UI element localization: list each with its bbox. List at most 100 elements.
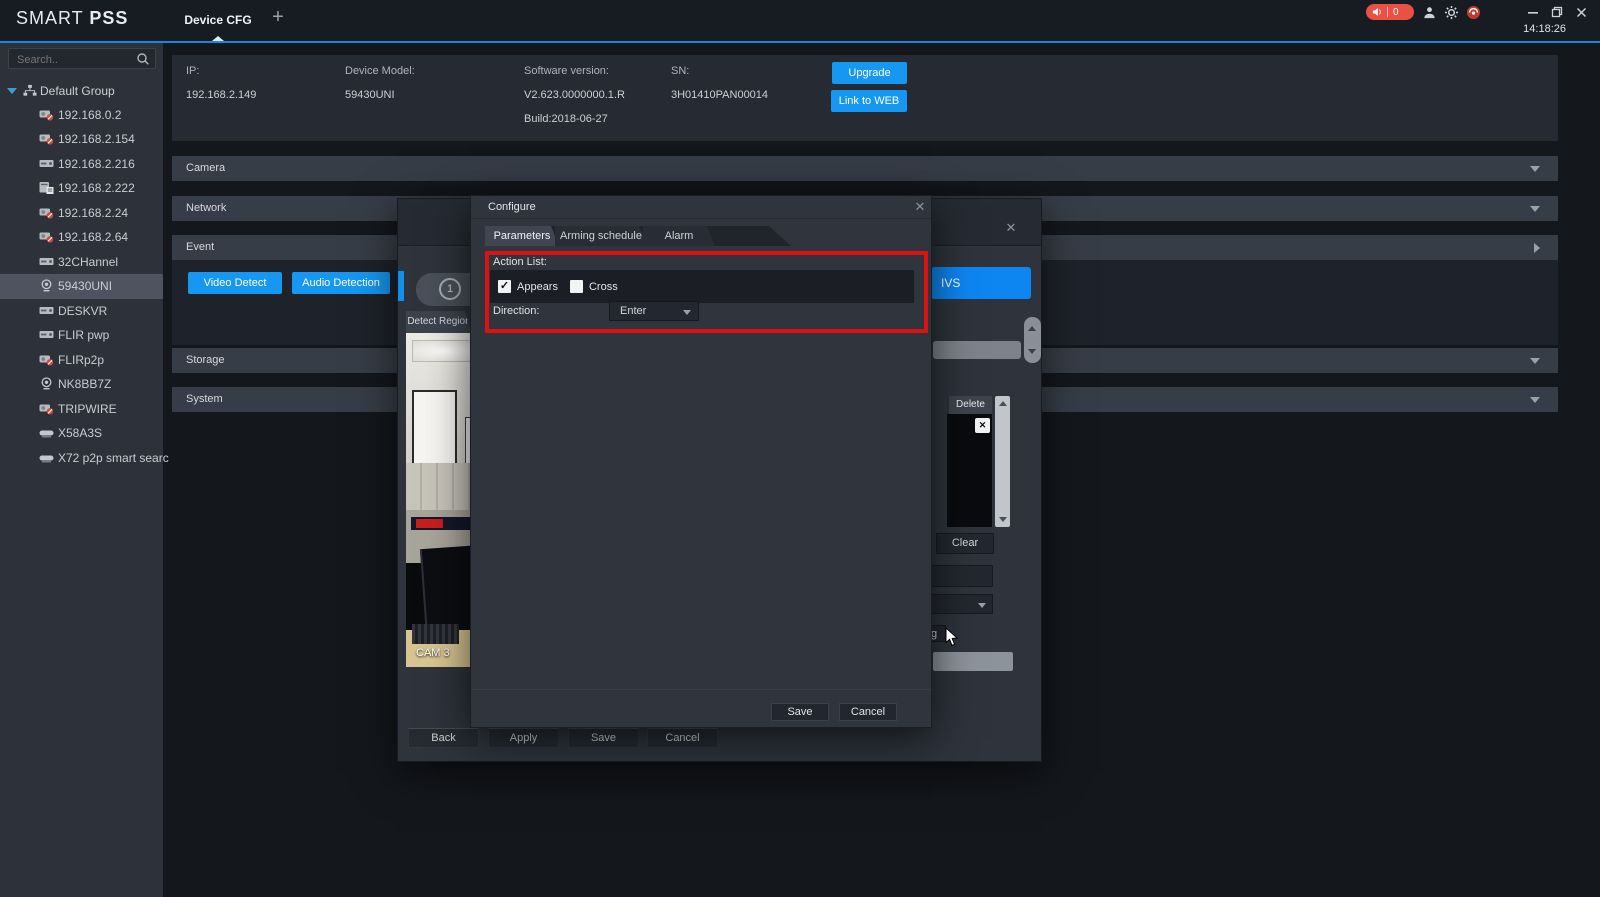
tree-item-x58a3s[interactable]: X58A3S: [0, 421, 163, 446]
bottom-slider-bar[interactable]: [933, 652, 1013, 671]
new-tab-button[interactable]: +: [268, 6, 288, 29]
configure-save-button[interactable]: Save: [771, 703, 829, 721]
model-value: 59430UNI: [345, 89, 395, 101]
tree-item-192-168-2-64[interactable]: 192.168.2.64: [0, 225, 163, 250]
delete-rule-icon[interactable]: ✕: [975, 418, 990, 433]
rule-list-delete-header: Delete: [947, 396, 992, 414]
device-info-panel: IP: 192.168.2.149 Device Model: 59430UNI…: [172, 55, 1558, 141]
ivs-dialog-close-icon[interactable]: ✕: [1004, 221, 1018, 235]
badge-divider: [1387, 7, 1388, 17]
logo-smart: SMART: [16, 8, 83, 28]
scroll-up-icon[interactable]: [1028, 326, 1036, 331]
scroll-down-icon[interactable]: [999, 517, 1007, 522]
tree-item-192-168-2-222[interactable]: 192.168.2.222: [0, 176, 163, 201]
scroll-up-icon[interactable]: [999, 401, 1007, 406]
nvr-icon: [39, 255, 54, 271]
tab-detect-region[interactable]: Detect Region: [406, 311, 472, 333]
chevron-down-icon: [978, 603, 986, 608]
camera-offline-icon: [39, 132, 54, 148]
event-button-video-detect[interactable]: Video Detect: [188, 272, 282, 294]
tree-item-tripwire[interactable]: TRIPWIRE: [0, 397, 163, 422]
tree-item-label: 192.168.2.64: [58, 230, 128, 244]
tree-item-label: 192.168.0.2: [58, 108, 121, 122]
tree-item-label: X72 p2p smart searc: [58, 451, 169, 465]
close-button[interactable]: [1573, 4, 1589, 20]
configure-cancel-button[interactable]: Cancel: [839, 703, 897, 721]
rule-type-select[interactable]: [929, 594, 993, 614]
tree-item-deskvr[interactable]: DESKVR: [0, 299, 163, 324]
configure-close-icon[interactable]: ✕: [913, 200, 927, 214]
software-value: V2.623.0000000.1.R: [524, 89, 625, 101]
chevron-down-icon: [1530, 166, 1540, 172]
tab-alarm[interactable]: Alarm: [643, 226, 715, 246]
tree-item-192-168-0-2[interactable]: 192.168.0.2: [0, 103, 163, 128]
tab-arming-schedule[interactable]: Arming schedule: [555, 226, 647, 246]
section-label: Network: [186, 202, 226, 214]
active-tab-caret-icon: [212, 36, 224, 41]
group-tree-icon: [23, 84, 37, 100]
tree-item-label: FLIRp2p: [58, 353, 104, 367]
link-to-web-button[interactable]: Link to WEB: [831, 90, 907, 112]
selected-nav-sliver: [398, 271, 404, 301]
tree-item-label: DESKVR: [58, 304, 107, 318]
ivs-apply-button[interactable]: Apply: [488, 728, 559, 748]
tree-item-label: 59430UNI: [58, 279, 112, 293]
scene-whiteboard: [412, 390, 457, 471]
software-label: Software version:: [524, 65, 609, 77]
tree-item-59430uni[interactable]: 59430UNI: [0, 274, 163, 299]
rule-name-input[interactable]: [929, 565, 993, 587]
model-label: Device Model:: [345, 65, 415, 77]
minimize-button[interactable]: [1525, 4, 1541, 20]
section-row-camera[interactable]: Camera: [172, 156, 1558, 181]
tree-item-nk8bb7z[interactable]: NK8BB7Z: [0, 372, 163, 397]
tree-item-label: 192.168.2.222: [58, 181, 135, 195]
nvr-icon: [39, 157, 54, 173]
upgrade-button[interactable]: Upgrade: [832, 62, 907, 84]
rule-list: ✕: [947, 414, 992, 527]
tree-item-flir-pwp[interactable]: FLIR pwp: [0, 323, 163, 348]
tree-item-192-168-2-154[interactable]: 192.168.2.154: [0, 127, 163, 152]
user-icon[interactable]: [1421, 4, 1437, 20]
gear-icon[interactable]: [1443, 4, 1459, 20]
tree-item-flirp2p[interactable]: FLIRp2p: [0, 348, 163, 373]
brand-swirl-icon[interactable]: [1465, 4, 1481, 20]
search-icon[interactable]: [136, 52, 150, 69]
alarm-count: 0: [1393, 7, 1399, 18]
tree-item-label: 192.168.2.216: [58, 157, 135, 171]
tree-item-label: 192.168.2.24: [58, 206, 128, 220]
tab-device-cfg[interactable]: Device CFG: [172, 0, 264, 41]
search-input[interactable]: [15, 50, 134, 69]
tab-parameters[interactable]: Parameters: [485, 226, 559, 246]
tree-item-192-168-2-24[interactable]: 192.168.2.24: [0, 201, 163, 226]
ivs-button[interactable]: IVS: [931, 267, 1031, 299]
scroll-down-icon[interactable]: [1028, 349, 1036, 354]
tree-item-192-168-2-216[interactable]: 192.168.2.216: [0, 152, 163, 177]
restore-button[interactable]: [1549, 4, 1565, 20]
rule-list-scrollbar[interactable]: [995, 396, 1010, 527]
tree-item-x72-p2p-smart-searc[interactable]: X72 p2p smart searc: [0, 446, 163, 471]
section-label: Camera: [186, 162, 225, 174]
event-button-audio-detection[interactable]: Audio Detection: [292, 272, 390, 294]
sidebar-group-default[interactable]: Default Group: [0, 79, 163, 104]
alarm-badge[interactable]: 0: [1366, 4, 1414, 20]
chevron-right-icon: [1534, 243, 1540, 253]
tree-item-label: NK8BB7Z: [58, 377, 111, 391]
ivs-save-button[interactable]: Save: [568, 728, 639, 748]
group-label: Default Group: [40, 84, 115, 98]
clear-button[interactable]: Clear: [936, 533, 994, 554]
slider-bar[interactable]: [933, 341, 1021, 359]
titlebar: SMART PSS Device CFG + 0 14:18:26: [0, 0, 1600, 43]
expander-triangle-icon[interactable]: [7, 88, 17, 94]
scene-keyboard: [412, 624, 459, 644]
ivs-back-button[interactable]: Back: [408, 728, 479, 748]
tree-item-32channel[interactable]: 32CHannel: [0, 250, 163, 275]
step-1-indicator: 1: [439, 278, 461, 300]
camera-offline-icon: [39, 108, 54, 124]
build-value: Build:2018-06-27: [524, 113, 608, 125]
panel-scrollbar[interactable]: [1024, 317, 1041, 363]
section-label: Event: [186, 241, 214, 253]
nvr-icon: [39, 304, 54, 320]
search-box[interactable]: [8, 48, 156, 69]
camera-offline-icon: [39, 230, 54, 246]
ivs-cancel-button[interactable]: Cancel: [647, 728, 718, 748]
